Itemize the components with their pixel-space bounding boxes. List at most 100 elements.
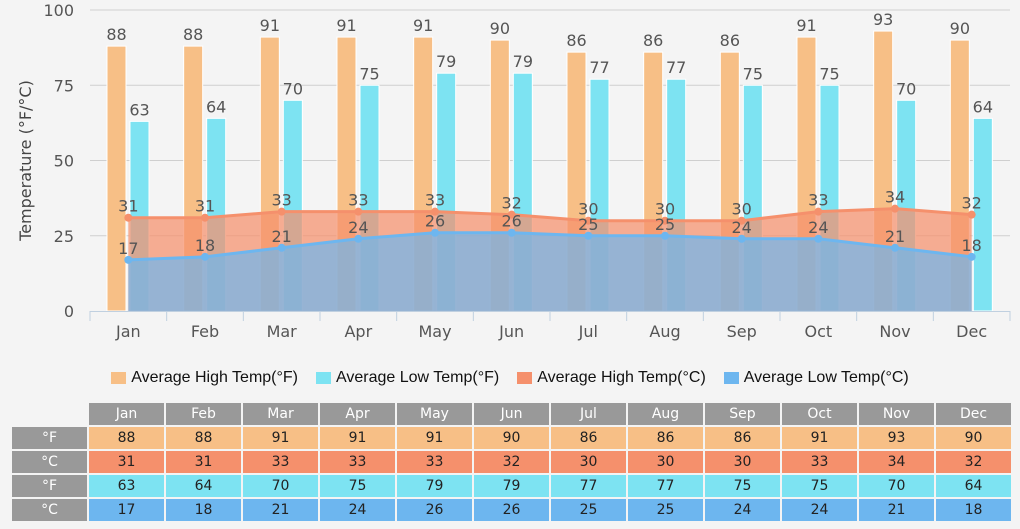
legend-label: Average High Temp(°C) bbox=[537, 369, 706, 386]
table-cell: 86 bbox=[705, 427, 780, 449]
x-tick-label: Sep bbox=[727, 322, 757, 341]
table-cell: 79 bbox=[397, 475, 472, 497]
table-cell: 91 bbox=[397, 427, 472, 449]
table-cell: 70 bbox=[859, 475, 934, 497]
table-header-month: Jun bbox=[474, 403, 549, 425]
table-header-month: Jul bbox=[551, 403, 626, 425]
table-cell: 33 bbox=[243, 451, 318, 473]
legend-label: Average Low Temp(°F) bbox=[336, 369, 500, 386]
table-cell: 30 bbox=[551, 451, 626, 473]
data-label-low-c: 21 bbox=[271, 227, 291, 246]
table-row: °C 17 18 21 24 26 26 25 25 24 24 21 18 bbox=[12, 499, 1011, 521]
x-tick-label: Jan bbox=[115, 322, 141, 341]
legend-swatch bbox=[111, 372, 127, 384]
y-tick-label: 75 bbox=[54, 76, 74, 95]
data-label-low-c: 18 bbox=[195, 236, 215, 255]
table-cell: 25 bbox=[628, 499, 703, 521]
data-label-low-f: 75 bbox=[819, 64, 839, 83]
data-label-high-f: 88 bbox=[183, 25, 203, 44]
data-label-high-c: 34 bbox=[885, 188, 905, 207]
legend-label: Average High Temp(°F) bbox=[131, 369, 298, 386]
table-cell: 86 bbox=[628, 427, 703, 449]
legend-item-low-f[interactable]: Average Low Temp(°F) bbox=[316, 369, 499, 387]
table-cell: 31 bbox=[166, 451, 241, 473]
table-header-month: Sep bbox=[705, 403, 780, 425]
data-label-low-f: 64 bbox=[206, 97, 226, 116]
data-label-high-f: 86 bbox=[643, 31, 663, 50]
x-tick-label: Apr bbox=[344, 322, 372, 341]
data-label-high-f: 90 bbox=[950, 19, 970, 38]
table-header-month: Oct bbox=[782, 403, 857, 425]
data-label-high-c: 31 bbox=[195, 197, 215, 216]
data-label-low-f: 70 bbox=[896, 79, 916, 98]
table-cell: 77 bbox=[628, 475, 703, 497]
table-header-month: Dec bbox=[936, 403, 1011, 425]
table-cell: 63 bbox=[89, 475, 164, 497]
data-label-high-c: 31 bbox=[118, 197, 138, 216]
table-header-month: Aug bbox=[628, 403, 703, 425]
table-cell: 90 bbox=[936, 427, 1011, 449]
table-header-month: Mar bbox=[243, 403, 318, 425]
table-cell: 64 bbox=[166, 475, 241, 497]
data-label-low-f: 79 bbox=[436, 52, 456, 71]
x-tick-label: Mar bbox=[267, 322, 298, 341]
legend-swatch bbox=[316, 372, 331, 384]
data-label-high-c: 32 bbox=[501, 194, 521, 213]
data-label-low-c: 24 bbox=[731, 218, 751, 237]
data-label-high-f: 93 bbox=[873, 10, 893, 29]
table-cell: 17 bbox=[89, 499, 164, 521]
table-header-row: Jan Feb Mar Apr May Jun Jul Aug Sep Oct Nov Dec bbox=[12, 403, 1011, 425]
table-cell: 64 bbox=[936, 475, 1011, 497]
y-tick-label: 100 bbox=[43, 1, 74, 20]
table-cell: 18 bbox=[936, 499, 1011, 521]
table-cell: 91 bbox=[782, 427, 857, 449]
data-label-low-c: 18 bbox=[961, 236, 981, 255]
table-row: °F 88 88 91 91 91 90 86 86 86 91 93 90 bbox=[12, 427, 1011, 449]
bar-low-f bbox=[972, 117, 993, 312]
data-label-high-f: 90 bbox=[490, 19, 510, 38]
table-cell: 32 bbox=[936, 451, 1011, 473]
table-cell: 86 bbox=[551, 427, 626, 449]
table-cell: 30 bbox=[705, 451, 780, 473]
y-tick-label: 50 bbox=[54, 152, 74, 171]
x-tick-label: Jun bbox=[498, 322, 524, 341]
data-label-high-f: 91 bbox=[413, 16, 433, 35]
table-cell: 79 bbox=[474, 475, 549, 497]
y-axis-title: Temperature (°F/°C) bbox=[16, 80, 35, 242]
table-header-month: Apr bbox=[320, 403, 395, 425]
table-cell: 26 bbox=[397, 499, 472, 521]
temperature-table: Jan Feb Mar Apr May Jun Jul Aug Sep Oct Nov Dec °F 8… bbox=[10, 401, 1013, 523]
legend-swatch bbox=[723, 372, 739, 384]
table-row-unit: °F bbox=[12, 427, 87, 449]
table-cell: 33 bbox=[397, 451, 472, 473]
chart-legend: Average High Temp(°F) Average Low Temp(°… bbox=[0, 366, 1020, 390]
x-tick-label: May bbox=[418, 322, 451, 341]
table-cell: 34 bbox=[859, 451, 934, 473]
data-label-low-c: 25 bbox=[578, 215, 598, 234]
table-row: °F 63 64 70 75 79 79 77 77 75 75 70 64 bbox=[12, 475, 1011, 497]
data-label-low-c: 26 bbox=[501, 212, 521, 231]
table-cell: 21 bbox=[243, 499, 318, 521]
legend-item-high-c[interactable]: Average High Temp(°C) bbox=[517, 369, 706, 387]
table-cell: 21 bbox=[859, 499, 934, 521]
data-label-high-f: 88 bbox=[106, 25, 126, 44]
table-header-month: Feb bbox=[166, 403, 241, 425]
data-label-low-c: 24 bbox=[348, 218, 368, 237]
table-cell: 88 bbox=[89, 427, 164, 449]
x-tick-label: Aug bbox=[649, 322, 680, 341]
data-label-low-f: 77 bbox=[589, 58, 609, 77]
table-cell: 77 bbox=[551, 475, 626, 497]
table-cell: 24 bbox=[705, 499, 780, 521]
table-cell: 18 bbox=[166, 499, 241, 521]
data-label-high-c: 32 bbox=[961, 194, 981, 213]
legend-item-high-f[interactable]: Average High Temp(°F) bbox=[111, 369, 298, 387]
table-cell: 24 bbox=[782, 499, 857, 521]
x-tick-label: Feb bbox=[191, 322, 219, 341]
legend-item-low-c[interactable]: Average Low Temp(°C) bbox=[723, 369, 909, 387]
data-label-low-c: 17 bbox=[118, 239, 138, 258]
data-label-high-c: 30 bbox=[731, 200, 751, 219]
table-cell: 25 bbox=[551, 499, 626, 521]
table-header-month: Jan bbox=[89, 403, 164, 425]
data-label-high-c: 33 bbox=[348, 191, 368, 210]
data-label-low-f: 79 bbox=[513, 52, 533, 71]
